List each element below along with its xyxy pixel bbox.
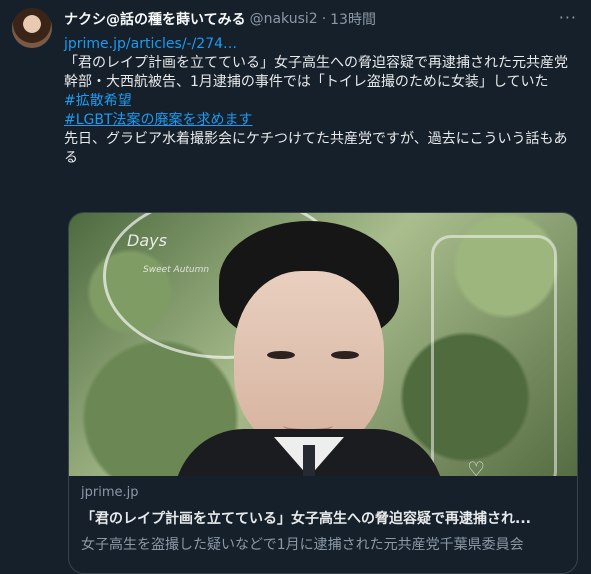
display-name[interactable]: ナクシ@話の種を蒔いてみる — [64, 9, 246, 29]
tweet-main-text: 「君のレイプ計画を立てている」女子高生への脅迫容疑で再逮捕された元共産党幹部・大… — [64, 55, 568, 90]
timestamp[interactable]: 13時間 — [330, 9, 376, 29]
photo-overlay-subtitle: Sweet Autumn — [143, 265, 210, 275]
tweet-text: jprime.jp/articles/-/274… 「君のレイプ計画を立てている… — [64, 35, 580, 168]
card-description: 女子高生を盗撮した疑いなどで1月に逮捕された元共産党千葉県委員会 — [81, 537, 524, 553]
avatar[interactable] — [12, 8, 52, 48]
left-eye — [267, 351, 295, 359]
link-card[interactable]: Days Sweet Autumn ♡ jprime.jp 「君のレイプ計画を立… — [68, 212, 578, 574]
hashtag-kakusan[interactable]: #拡散希望 — [64, 92, 580, 111]
article-link[interactable]: jprime.jp/articles/-/274… — [64, 35, 580, 54]
more-options-icon[interactable]: ··· — [559, 8, 577, 27]
tweet-tail-text: 先日、グラビア水着撮影会にケチつけてた共産党ですが、過去にこういう話もある — [64, 131, 568, 166]
tweet[interactable]: ナクシ@話の種を蒔いてみる @nakusi2 · 13時間 jprime.jp/… — [0, 0, 591, 574]
right-eye — [331, 351, 359, 359]
tweet-header: ナクシ@話の種を蒔いてみる @nakusi2 · 13時間 — [64, 8, 580, 30]
heart-icon: ♡ — [467, 457, 485, 476]
tweet-content: ナクシ@話の種を蒔いてみる @nakusi2 · 13時間 jprime.jp/… — [64, 8, 580, 168]
card-image[interactable]: Days Sweet Autumn ♡ — [69, 213, 577, 476]
card-domain: jprime.jp — [81, 485, 139, 500]
separator-dot: · — [321, 11, 327, 27]
photo-frame-decoration-right — [431, 235, 557, 476]
hashtag-lgbt[interactable]: #LGBT法案の廃案を求めます — [64, 111, 580, 130]
card-title[interactable]: 「君のレイプ計画を立てている」女子高生への脅迫容疑で再逮捕され... — [81, 508, 565, 528]
tie — [303, 445, 315, 476]
handle[interactable]: @nakusi2 — [250, 11, 318, 27]
photo-overlay-title: Days — [127, 231, 167, 250]
